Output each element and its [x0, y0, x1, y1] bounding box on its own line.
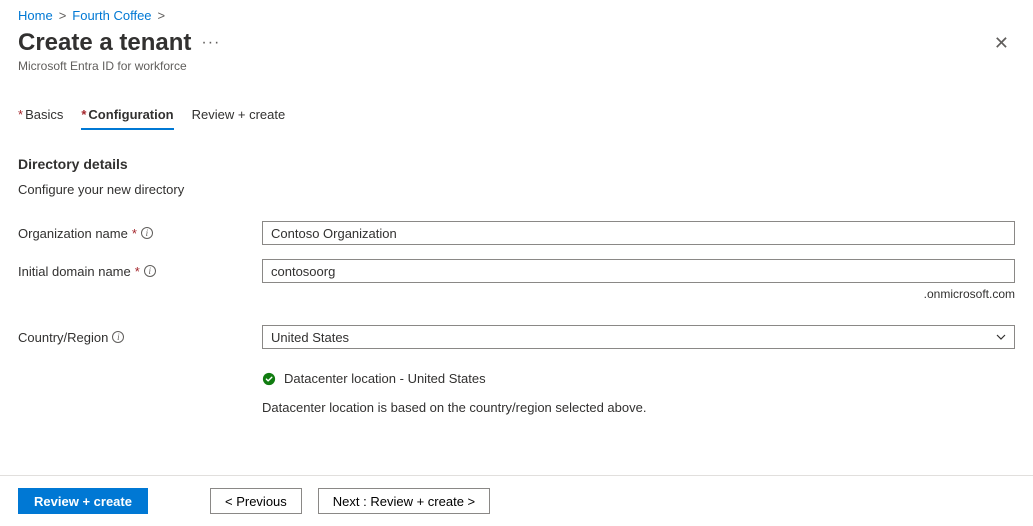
- domain-suffix: .onmicrosoft.com: [924, 287, 1015, 301]
- breadcrumb-separator: >: [59, 8, 67, 23]
- breadcrumb-separator: >: [158, 8, 166, 23]
- breadcrumb: Home > Fourth Coffee >: [18, 8, 1015, 23]
- region-label: Country/Region: [18, 330, 108, 345]
- breadcrumb-parent[interactable]: Fourth Coffee: [72, 8, 151, 23]
- info-icon[interactable]: i: [144, 265, 156, 277]
- previous-button[interactable]: < Previous: [210, 488, 302, 514]
- datacenter-note: Datacenter location is based on the coun…: [262, 400, 1015, 415]
- domain-name-input[interactable]: [262, 259, 1015, 283]
- org-name-label: Organization name: [18, 226, 128, 241]
- tab-basics-label: Basics: [25, 107, 63, 122]
- tab-basics[interactable]: *Basics: [18, 107, 63, 130]
- section-desc: Configure your new directory: [18, 182, 1015, 197]
- tab-review[interactable]: Review + create: [192, 107, 286, 130]
- page-title: Create a tenant: [18, 29, 191, 57]
- more-icon[interactable]: ···: [201, 34, 220, 52]
- breadcrumb-home[interactable]: Home: [18, 8, 53, 23]
- datacenter-location: Datacenter location - United States: [284, 371, 486, 386]
- required-star: *: [132, 226, 137, 241]
- section-title: Directory details: [18, 156, 1015, 172]
- required-star: *: [135, 264, 140, 279]
- tab-configuration[interactable]: *Configuration: [81, 107, 173, 130]
- domain-name-label: Initial domain name: [18, 264, 131, 279]
- footer: Review + create < Previous Next : Review…: [0, 475, 1033, 526]
- tabs: *Basics *Configuration Review + create: [18, 107, 1015, 130]
- tab-configuration-label: Configuration: [88, 107, 173, 122]
- info-icon[interactable]: i: [112, 331, 124, 343]
- page-subtitle: Microsoft Entra ID for workforce: [18, 59, 220, 73]
- required-indicator: *: [18, 107, 23, 122]
- org-name-input[interactable]: [262, 221, 1015, 245]
- close-icon[interactable]: ✕: [988, 29, 1015, 58]
- region-select[interactable]: [262, 325, 1015, 349]
- review-create-button[interactable]: Review + create: [18, 488, 148, 514]
- check-circle-icon: [262, 372, 276, 386]
- info-icon[interactable]: i: [141, 227, 153, 239]
- next-button[interactable]: Next : Review + create >: [318, 488, 490, 514]
- required-indicator: *: [81, 107, 86, 122]
- tab-review-label: Review + create: [192, 107, 286, 122]
